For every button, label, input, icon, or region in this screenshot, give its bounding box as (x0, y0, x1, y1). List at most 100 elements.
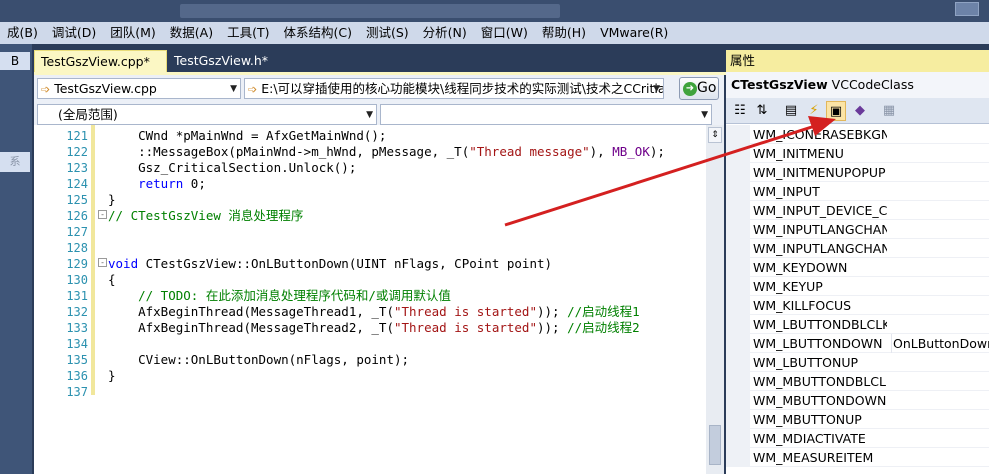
property-row[interactable]: WM_MBUTTONDBLCLK (726, 372, 989, 391)
property-name: WM_MBUTTONDBLCLK (753, 374, 887, 389)
property-row-gutter (726, 277, 750, 296)
messages-icon[interactable]: ▣ (826, 101, 846, 121)
code-token: // TODO: 在此添加消息处理程序代码和/或调用默认值 (108, 288, 451, 303)
code-line[interactable]: 122 ::MessageBox(pMainWnd->m_hWnd, pMess… (34, 144, 704, 160)
menu-item[interactable]: 成(B) (0, 22, 45, 44)
property-row-gutter (726, 410, 750, 429)
property-row-gutter (726, 296, 750, 315)
code-token: )); (536, 304, 560, 319)
menu-item[interactable]: 帮助(H) (535, 22, 593, 44)
overrides-icon[interactable]: ◆ (850, 101, 870, 121)
menu-item[interactable]: 体系结构(C) (276, 22, 358, 44)
code-line[interactable]: 130 { (34, 272, 704, 288)
code-line[interactable]: 121 CWnd *pMainWnd = AfxGetMainWnd(); (34, 128, 704, 144)
property-row[interactable]: WM_ICONERASEBKGN (726, 125, 989, 144)
fold-toggle-icon[interactable]: - (98, 210, 107, 219)
property-row[interactable]: WM_KEYDOWN (726, 258, 989, 277)
property-row[interactable]: WM_INITMENUPOPUP (726, 163, 989, 182)
member-combo[interactable]: ▼ (380, 104, 712, 125)
property-row[interactable]: WM_LBUTTONDOWN OnLButtonDown (726, 334, 989, 353)
code-text: Gsz_CriticalSection.Unlock(); (108, 160, 356, 176)
code-token: void (108, 256, 139, 271)
editor-vertical-scrollbar[interactable]: ⇕ (706, 125, 724, 474)
property-row[interactable]: WM_MDIACTIVATE (726, 429, 989, 448)
code-line[interactable]: 126 -// CTestGszView 消息处理程序 (34, 208, 704, 224)
menu-item[interactable]: 数据(A) (163, 22, 220, 44)
events-icon[interactable]: ⚡ (804, 101, 824, 121)
code-text: ::MessageBox(pMainWnd->m_hWnd, pMessage,… (108, 144, 665, 160)
go-icon: ➜ (683, 82, 697, 96)
code-line[interactable]: 127 (34, 224, 704, 240)
code-line[interactable]: 135 CView::OnLButtonDown(nFlags, point); (34, 352, 704, 368)
code-line[interactable]: 125} (34, 192, 704, 208)
chevron-down-icon: ▼ (230, 84, 237, 94)
menu-item[interactable]: 测试(S) (359, 22, 416, 44)
code-token: "Thread is started" (393, 320, 537, 335)
code-line[interactable]: 132 AfxBeginThread(MessageThread1, _T("T… (34, 304, 704, 320)
menu-item[interactable]: 分析(N) (416, 22, 474, 44)
code-line[interactable]: 131 // TODO: 在此添加消息处理程序代码和/或调用默认值 (34, 288, 704, 304)
fold-toggle-icon[interactable]: - (98, 258, 107, 267)
go-button[interactable]: ➜ Go (679, 77, 719, 100)
code-line[interactable]: 128 (34, 240, 704, 256)
split-handle-icon[interactable]: ⇕ (708, 127, 722, 143)
code-text-area[interactable]: 121 CWnd *pMainWnd = AfxGetMainWnd(); 122… (34, 125, 724, 474)
property-row[interactable]: WM_INPUTLANGCHAN (726, 220, 989, 239)
property-row[interactable]: WM_INITMENU (726, 144, 989, 163)
property-pages-icon[interactable]: ▦ (879, 101, 899, 121)
code-token: ), (589, 144, 613, 159)
window-control-button[interactable] (955, 2, 979, 16)
property-row[interactable]: WM_KILLFOCUS (726, 296, 989, 315)
code-line[interactable]: 133 AfxBeginThread(MessageThread2, _T("T… (34, 320, 704, 336)
navigation-bar: ➩ TestGszView.cpp ▼ ➩ E:\可以穿插使用的核心功能模块\线程同… (34, 75, 724, 102)
path-combo[interactable]: ➩ E:\可以穿插使用的核心功能模块\线程同步技术的实际测试\技术之CCritia… (244, 78, 664, 99)
code-text: return 0; (108, 176, 206, 192)
property-row[interactable]: WM_MBUTTONUP (726, 410, 989, 429)
categorized-icon[interactable]: ☷ (730, 101, 750, 121)
chevron-down-icon: ▼ (653, 84, 660, 94)
property-name: WM_KEYUP (753, 279, 823, 294)
scrollbar-thumb[interactable] (709, 425, 721, 465)
menu-item[interactable]: 调试(D) (45, 22, 103, 44)
property-row-gutter (726, 391, 750, 410)
property-row-gutter (726, 353, 750, 372)
code-line[interactable]: 137 (34, 384, 704, 400)
menu-item[interactable]: VMware(R) (593, 22, 675, 44)
properties-icon[interactable]: ▤ (781, 101, 801, 121)
tab-testgszview-h[interactable]: TestGszView.h* (168, 50, 294, 72)
left-panel-label: 系 (0, 152, 30, 172)
menu-item[interactable]: 团队(M) (103, 22, 163, 44)
code-token: AfxBeginThread(MessageThread1, _T( (108, 304, 394, 319)
code-text: void CTestGszView::OnLButtonDown(UINT nF… (108, 256, 552, 272)
document-tabs: TestGszView.cpp* TestGszView.h* (34, 50, 724, 72)
file-combo[interactable]: ➩ TestGszView.cpp ▼ (37, 78, 241, 99)
property-row[interactable]: WM_MEASUREITEM (726, 448, 989, 467)
property-row-gutter (726, 429, 750, 448)
line-number: 131 (66, 289, 88, 303)
property-row[interactable]: WM_INPUTLANGCHAN (726, 239, 989, 258)
property-row[interactable]: WM_INPUT (726, 182, 989, 201)
property-name: WM_INITMENU (753, 146, 844, 161)
code-line[interactable]: 124 return 0; (34, 176, 704, 192)
code-line[interactable]: 129 - void CTestGszView::OnLButtonDown(UIN… (34, 256, 704, 272)
tab-testgszview-cpp[interactable]: TestGszView.cpp* (34, 50, 167, 72)
property-row[interactable]: WM_KEYUP (726, 277, 989, 296)
property-row[interactable]: WM_LBUTTONUP (726, 353, 989, 372)
property-row[interactable]: WM_INPUT_DEVICE_CH (726, 201, 989, 220)
code-line[interactable]: 134 (34, 336, 704, 352)
line-number: 133 (66, 321, 88, 335)
menu-item[interactable]: 工具(T) (220, 22, 276, 44)
left-panel-tab[interactable]: B (0, 52, 30, 70)
alphabetical-icon[interactable]: ⇅ (752, 101, 772, 121)
title-bar (0, 0, 989, 22)
code-line[interactable]: 123 Gsz_CriticalSection.Unlock(); (34, 160, 704, 176)
property-value[interactable]: OnLButtonDown (891, 334, 989, 353)
properties-object[interactable]: CTestGszView VCCodeClass (726, 72, 989, 98)
code-line[interactable]: 136} (34, 368, 704, 384)
property-row-gutter (726, 334, 750, 353)
property-row[interactable]: WM_LBUTTONDBLCLK (726, 315, 989, 334)
scope-combo[interactable]: (全局范围) ▼ (37, 104, 377, 125)
property-row[interactable]: WM_MBUTTONDOWN (726, 391, 989, 410)
menu-item[interactable]: 窗口(W) (474, 22, 535, 44)
line-number: 134 (66, 337, 88, 351)
